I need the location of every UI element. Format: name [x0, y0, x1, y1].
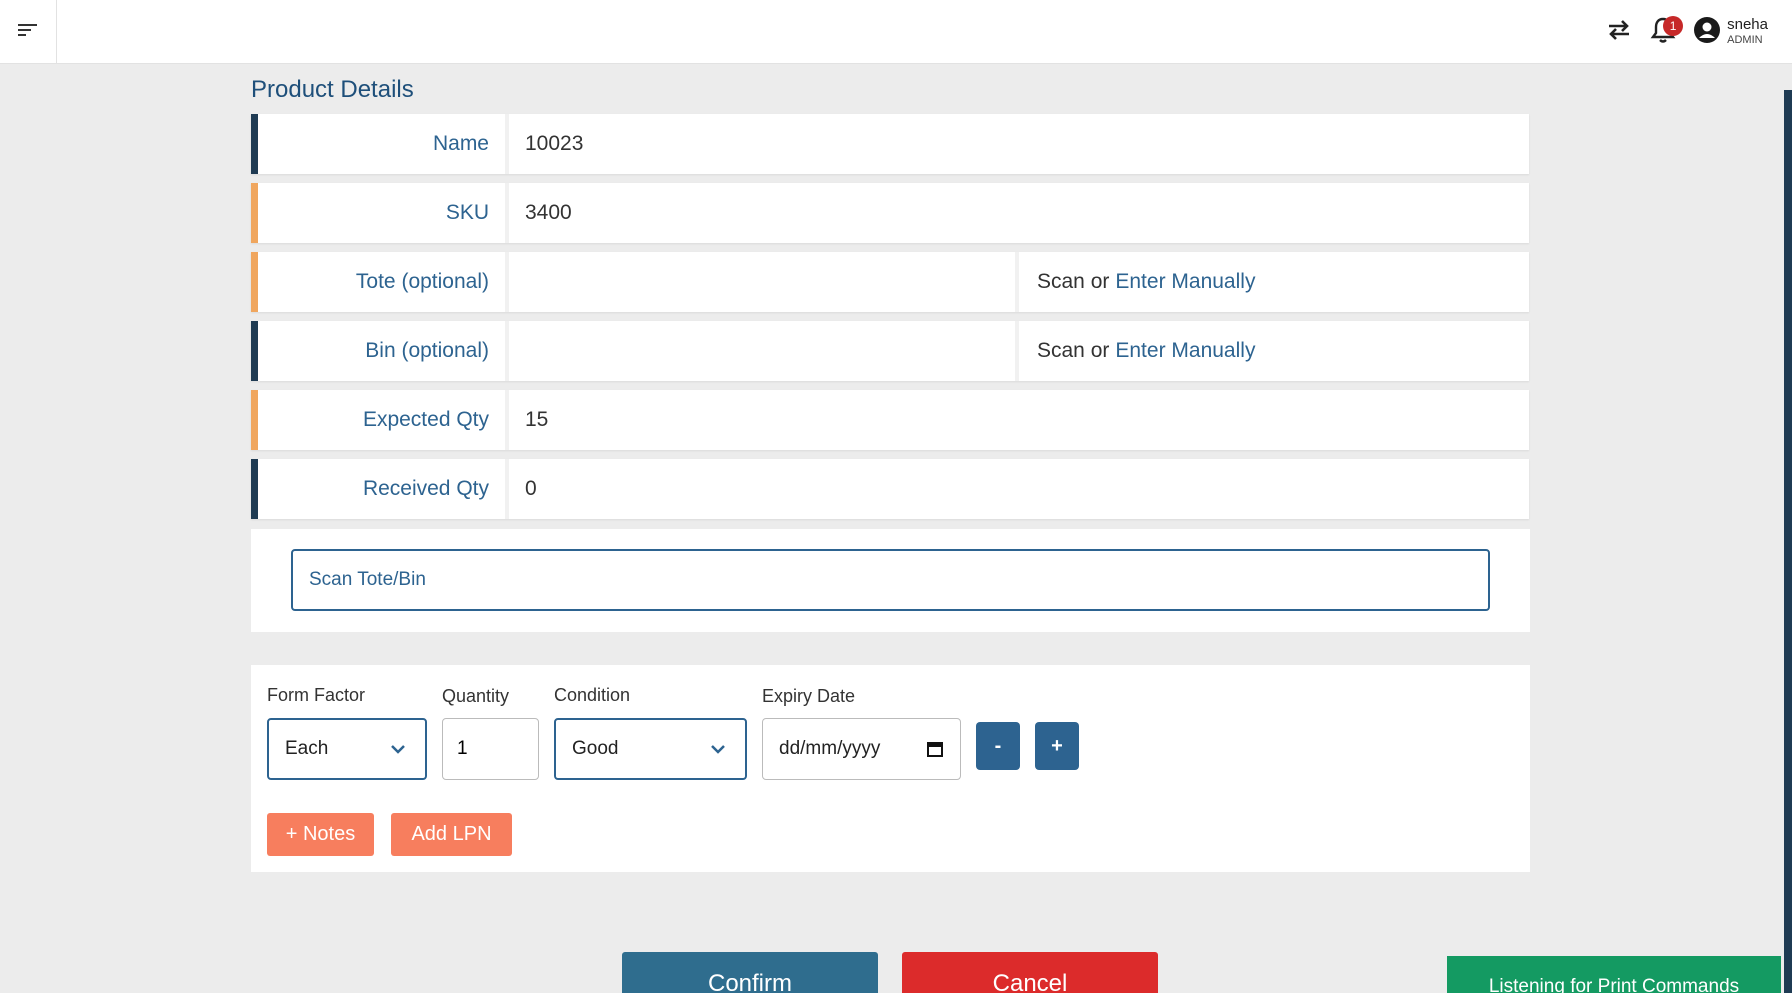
expected-qty-value: 15 — [525, 408, 549, 431]
notification-badge: 1 — [1663, 16, 1684, 36]
bin-enter-manually-link[interactable]: Enter Manually — [1115, 339, 1255, 363]
detail-row-tote: Tote (optional) Scan or Enter Manually — [251, 252, 1529, 312]
tote-value — [509, 252, 1019, 312]
form-factor-select[interactable]: Each — [267, 718, 427, 780]
decrement-button[interactable]: - — [976, 722, 1020, 770]
quantity-input[interactable] — [442, 718, 539, 780]
detail-row-bin: Bin (optional) Scan or Enter Manually — [251, 321, 1529, 381]
confirm-button[interactable]: Confirm — [622, 952, 878, 993]
add-notes-button[interactable]: + Notes — [267, 813, 374, 856]
receive-form-card: Form Factor Each Quantity Condition Good… — [251, 665, 1530, 872]
menu-icon — [18, 22, 38, 43]
print-listener-status: Listening for Print Commands — [1447, 956, 1781, 993]
increment-button[interactable]: + — [1035, 722, 1079, 770]
bin-label: Bin (optional) — [251, 321, 509, 381]
scrollbar[interactable] — [1784, 90, 1792, 993]
expiry-date-input[interactable]: dd/mm/yyyy — [762, 718, 961, 780]
sku-label: SKU — [251, 183, 509, 243]
user-role: ADMIN — [1727, 34, 1763, 47]
bin-scan-text: Scan or — [1037, 339, 1110, 362]
quantity-label: Quantity — [442, 686, 510, 706]
detail-row-received-qty: Received Qty 0 — [251, 459, 1529, 519]
condition-select[interactable]: Good — [554, 718, 747, 780]
expiry-date-placeholder: dd/mm/yyyy — [779, 738, 881, 759]
top-bar: 1 sneha ADMIN — [0, 0, 1792, 64]
detail-row-sku: SKU 3400 — [251, 183, 1529, 243]
chevron-down-icon — [389, 738, 407, 766]
expected-qty-label: Expected Qty — [251, 390, 509, 450]
tote-scan-text: Scan or — [1037, 270, 1110, 293]
chevron-down-icon — [709, 738, 727, 766]
sku-value: 3400 — [525, 201, 572, 224]
add-lpn-button[interactable]: Add LPN — [391, 813, 512, 856]
account-circle-icon — [1693, 16, 1721, 49]
condition-value: Good — [572, 738, 619, 759]
tote-enter-manually-link[interactable]: Enter Manually — [1115, 270, 1255, 294]
user-menu[interactable]: sneha ADMIN — [1693, 16, 1768, 49]
expiry-date-label: Expiry Date — [762, 686, 856, 706]
swap-arrows-icon — [1605, 16, 1633, 49]
top-right-icons: 1 sneha ADMIN — [1597, 0, 1768, 64]
scan-tote-bin-input[interactable] — [291, 549, 1490, 611]
notifications-button[interactable]: 1 — [1641, 10, 1685, 54]
product-details-list: Name 10023 SKU 3400 Tote (optional) Scan… — [251, 114, 1529, 528]
page-title: Product Details — [251, 76, 414, 103]
form-factor-value: Each — [285, 738, 329, 759]
scan-card — [251, 529, 1530, 632]
received-qty-label: Received Qty — [251, 459, 509, 519]
bin-scan-prompt: Scan or Enter Manually — [1019, 321, 1529, 381]
detail-row-expected-qty: Expected Qty 15 — [251, 390, 1529, 450]
tote-scan-prompt: Scan or Enter Manually — [1019, 252, 1529, 312]
user-name: sneha — [1727, 16, 1768, 34]
calendar-icon[interactable] — [926, 740, 944, 764]
detail-row-name: Name 10023 — [251, 114, 1529, 174]
name-value: 10023 — [525, 132, 584, 155]
swap-button[interactable] — [1597, 10, 1641, 54]
name-label: Name — [251, 114, 509, 174]
condition-label: Condition — [554, 685, 631, 705]
menu-toggle-button[interactable] — [0, 0, 57, 64]
tote-label: Tote (optional) — [251, 252, 509, 312]
bin-value — [509, 321, 1019, 381]
cancel-button[interactable]: Cancel — [902, 952, 1158, 993]
received-qty-value: 0 — [525, 477, 537, 500]
form-factor-label: Form Factor — [267, 685, 366, 705]
